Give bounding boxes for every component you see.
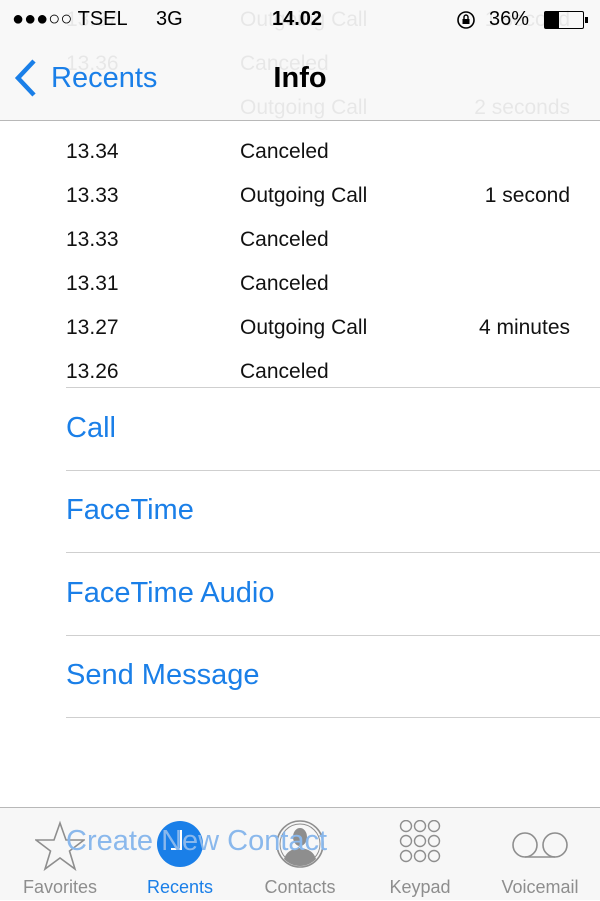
keypad-dot (413, 849, 427, 863)
keypad-dot (399, 849, 413, 863)
create-new-contact-button[interactable]: Create New Contact (66, 825, 327, 858)
carrier: ●●●○○ TSEL (12, 8, 128, 30)
call-row: 13.33 Canceled (0, 218, 600, 262)
tab-label: Recents (146, 877, 214, 897)
facetime-audio-button[interactable]: FaceTime Audio (66, 577, 274, 610)
tab-label: Voicemail (501, 877, 579, 897)
call-duration: 4 minutes (478, 316, 570, 339)
call-type: Canceled (240, 360, 329, 383)
voicemail-icon (512, 832, 568, 858)
navigation-bar: ●●●○○ TSEL 3G 14.02 36% Recents Info (0, 0, 600, 121)
keypad-icon (399, 820, 441, 863)
divider (66, 552, 600, 553)
keypad-dot (427, 849, 441, 863)
call-duration: 1 second (484, 184, 570, 207)
battery-percent: 36% (489, 8, 530, 30)
call-time: 13.31 (66, 272, 119, 295)
keypad-dot (427, 834, 441, 848)
divider (66, 635, 600, 636)
divider (66, 470, 600, 471)
keypad-dot (413, 820, 427, 833)
call-time: 13.27 (66, 316, 119, 339)
keypad-dot (427, 820, 441, 833)
call-time: 13.33 (66, 184, 119, 207)
call-type: Outgoing Call (240, 184, 368, 207)
tab-label: Favorites (22, 877, 98, 897)
network: 3G (156, 8, 183, 30)
call-row: 13.34 Canceled (0, 130, 600, 174)
rotation-lock-icon (457, 11, 475, 29)
call-type: Outgoing Call (240, 316, 368, 339)
call-type: Canceled (240, 228, 329, 251)
send-message-button[interactable]: Send Message (66, 659, 259, 692)
page-title: Info (273, 62, 327, 94)
call-time: 13.33 (66, 228, 119, 251)
call-time: 13.26 (66, 360, 119, 383)
keypad-dot (413, 834, 427, 848)
call-type: Canceled (240, 272, 329, 295)
divider (66, 387, 600, 388)
call-button[interactable]: Call (66, 412, 116, 445)
call-row: 13.31 Canceled (0, 262, 600, 306)
tab-label: Keypad (389, 877, 451, 897)
battery-icon (544, 11, 588, 29)
call-row: 13.33 Outgoing Call 1 second (0, 174, 600, 218)
keypad-dot (399, 820, 413, 833)
clock: 14.02 (272, 8, 323, 30)
tab-keypad[interactable]: Keypad (360, 808, 480, 901)
keypad-dot (399, 834, 413, 848)
facetime-button[interactable]: FaceTime (66, 494, 194, 527)
call-row: 13.27 Outgoing Call 4 minutes (0, 306, 600, 350)
tab-voicemail[interactable]: Voicemail (480, 808, 600, 901)
divider (66, 717, 600, 718)
tab-label: Contacts (264, 877, 336, 897)
call-type: Canceled (240, 140, 329, 163)
call-time: 13.34 (66, 140, 119, 163)
